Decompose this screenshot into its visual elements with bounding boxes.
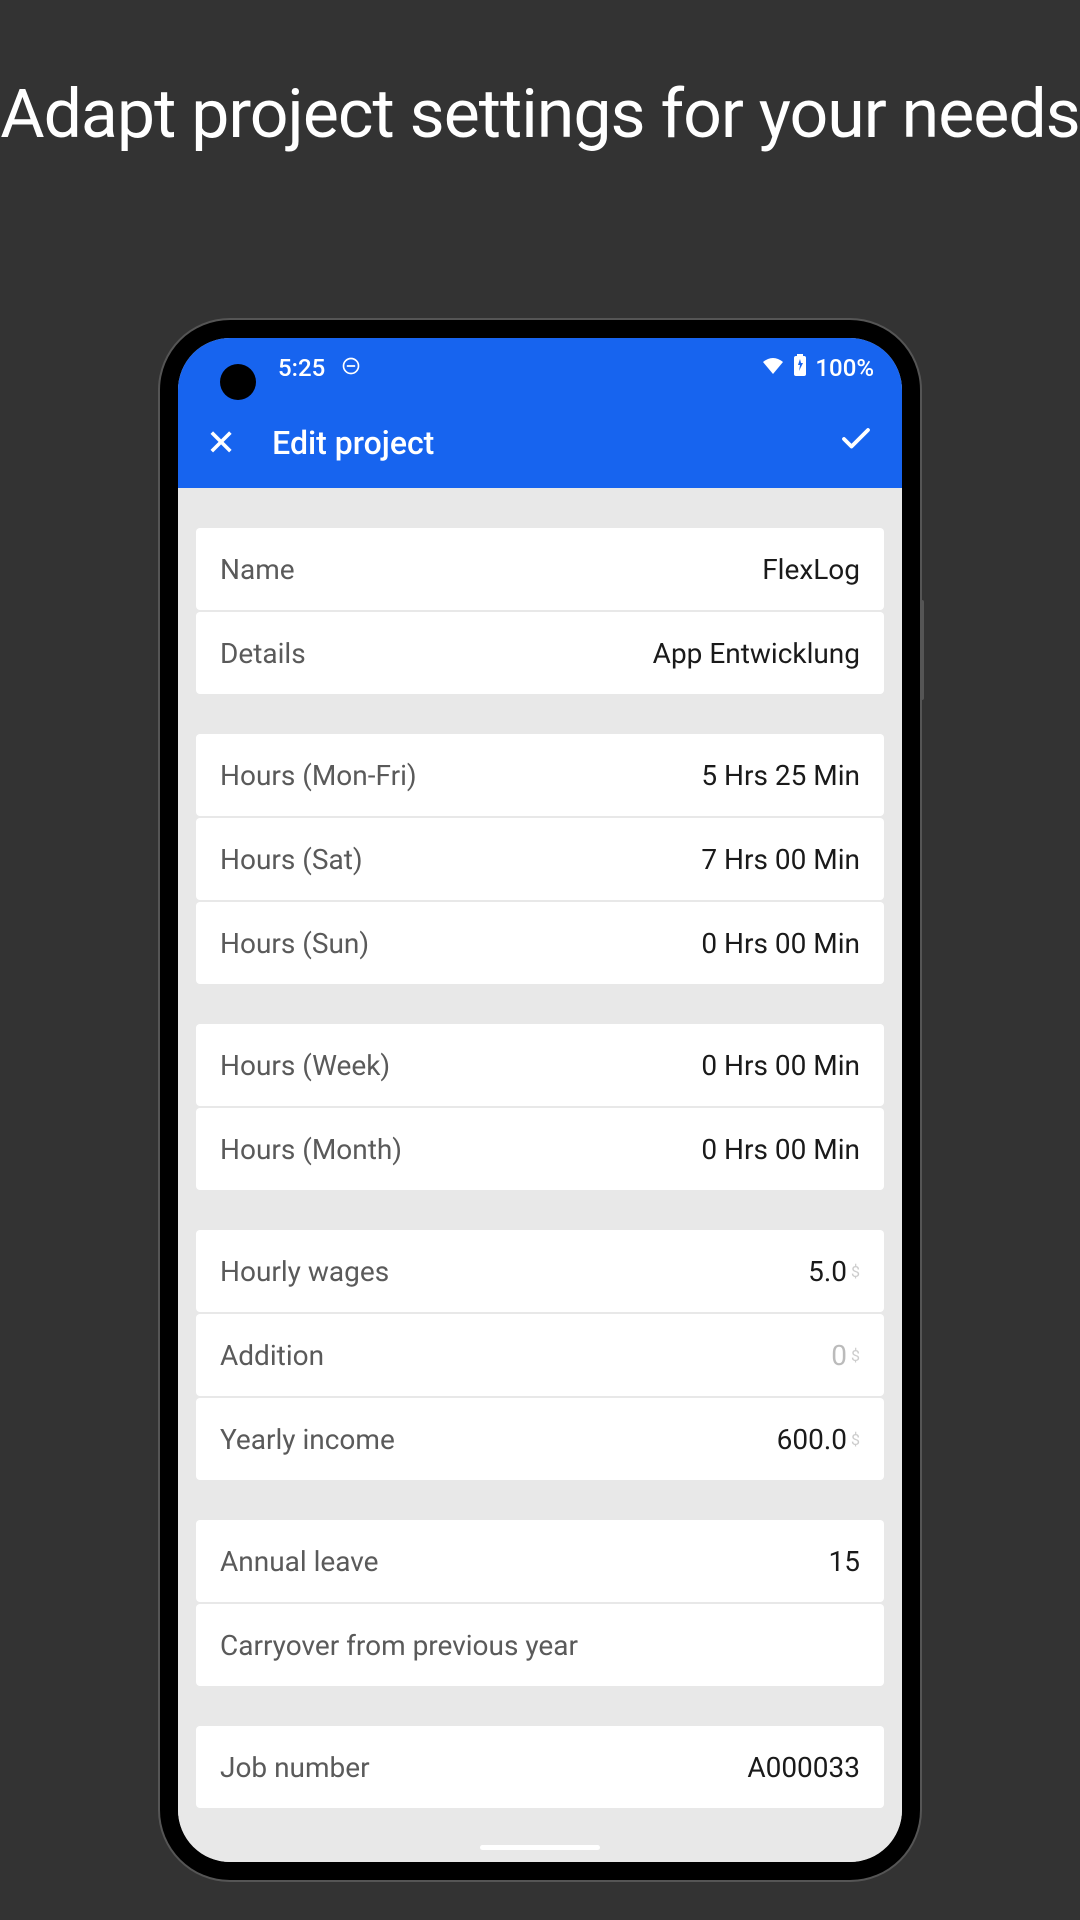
annual-leave-label: Annual leave (220, 1545, 379, 1578)
details-value: App Entwicklung (653, 637, 860, 670)
hours-monfri-label: Hours (Mon-Fri) (220, 759, 417, 792)
name-value: FlexLog (762, 553, 860, 586)
job-number-value: A000033 (747, 1751, 860, 1784)
hours-week-label: Hours (Week) (220, 1049, 390, 1082)
hours-month-value: 0 Hrs 00 Min (701, 1133, 860, 1166)
camera-hole (220, 364, 256, 400)
hourly-wages-currency: $ (851, 1262, 860, 1281)
status-time: 5:25 (278, 354, 325, 382)
carryover-label: Carryover from previous year (220, 1629, 578, 1662)
job-number-row[interactable]: Job number A000033 (196, 1726, 884, 1808)
hours-month-label: Hours (Month) (220, 1133, 402, 1166)
hours-week-value: 0 Hrs 00 Min (701, 1049, 860, 1082)
content-area: Name FlexLog Details App Entwicklung Hou… (178, 488, 902, 1862)
details-label: Details (220, 637, 306, 670)
details-row[interactable]: Details App Entwicklung (196, 612, 884, 694)
battery-icon (793, 354, 807, 382)
name-label: Name (220, 553, 295, 586)
yearly-income-label: Yearly income (220, 1423, 395, 1456)
check-icon[interactable] (838, 420, 874, 467)
yearly-income-value: 600.0 (777, 1423, 847, 1456)
app-bar-title: Edit project (272, 424, 838, 462)
yearly-income-currency: $ (851, 1430, 860, 1449)
app-bar: ✕ Edit project (178, 398, 902, 488)
hours-sat-row[interactable]: Hours (Sat) 7 Hrs 00 Min (196, 818, 884, 900)
annual-leave-value: 15 (829, 1545, 860, 1578)
hours-monfri-value: 5 Hrs 25 Min (701, 759, 860, 792)
dnd-icon (341, 354, 361, 382)
annual-leave-row[interactable]: Annual leave 15 (196, 1520, 884, 1602)
phone-screen: 5:25 (178, 338, 902, 1862)
promo-title: Adapt project settings for your needs (0, 0, 1080, 153)
hours-sun-row[interactable]: Hours (Sun) 0 Hrs 00 Min (196, 902, 884, 984)
name-row[interactable]: Name FlexLog (196, 528, 884, 610)
side-button (920, 600, 924, 700)
hours-month-row[interactable]: Hours (Month) 0 Hrs 00 Min (196, 1108, 884, 1190)
phone-frame: 5:25 (160, 320, 920, 1880)
hourly-wages-label: Hourly wages (220, 1255, 389, 1288)
hours-sun-value: 0 Hrs 00 Min (701, 927, 860, 960)
addition-value: 0 (831, 1339, 847, 1372)
hourly-wages-row[interactable]: Hourly wages 5.0 $ (196, 1230, 884, 1312)
hours-week-row[interactable]: Hours (Week) 0 Hrs 00 Min (196, 1024, 884, 1106)
hours-monfri-row[interactable]: Hours (Mon-Fri) 5 Hrs 25 Min (196, 734, 884, 816)
addition-currency: $ (851, 1346, 860, 1365)
yearly-income-row[interactable]: Yearly income 600.0 $ (196, 1398, 884, 1480)
hourly-wages-value: 5.0 (808, 1255, 847, 1288)
close-icon[interactable]: ✕ (206, 425, 236, 461)
addition-label: Addition (220, 1339, 324, 1372)
battery-percent: 100% (815, 354, 874, 382)
hours-sat-value: 7 Hrs 00 Min (701, 843, 860, 876)
addition-row[interactable]: Addition 0 $ (196, 1314, 884, 1396)
hours-sun-label: Hours (Sun) (220, 927, 369, 960)
job-number-label: Job number (220, 1751, 370, 1784)
hours-sat-label: Hours (Sat) (220, 843, 363, 876)
wifi-icon (761, 354, 785, 382)
carryover-row[interactable]: Carryover from previous year (196, 1604, 884, 1686)
status-bar: 5:25 (178, 338, 902, 398)
home-indicator[interactable] (480, 1845, 600, 1850)
